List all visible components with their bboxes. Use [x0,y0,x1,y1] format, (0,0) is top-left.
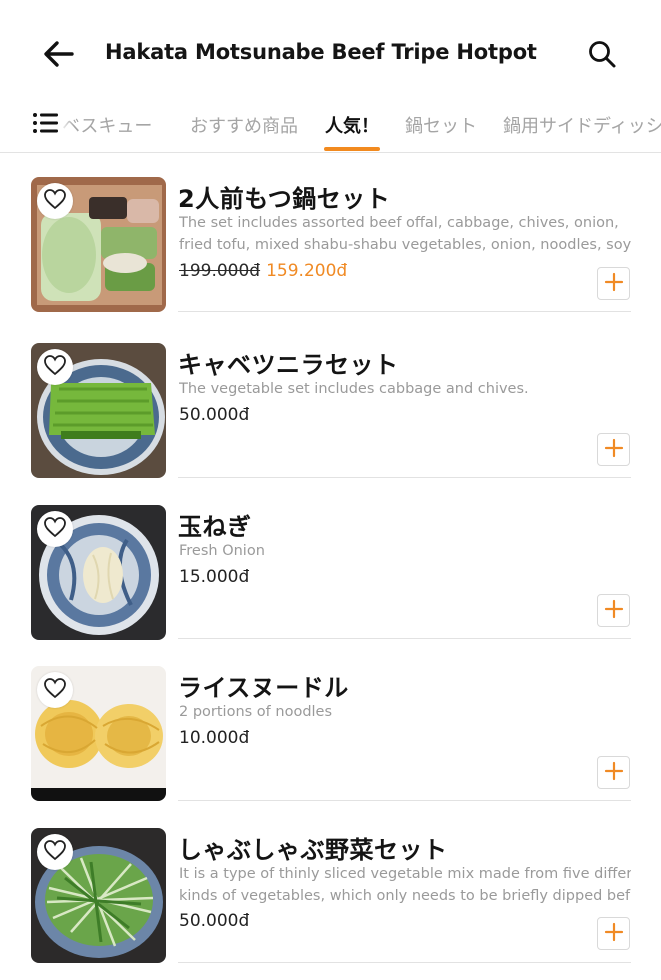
heart-icon [43,516,67,542]
product-price: 199.000đ 159.200đ [179,261,347,281]
search-button[interactable] [584,38,620,74]
add-to-cart-button[interactable] [597,594,630,627]
sale-price: 159.200đ [266,261,348,281]
product-name: ライスヌードル [178,674,349,702]
product-price: 50.000đ [179,911,250,931]
add-to-cart-button[interactable] [597,756,630,789]
top-bar: Hakata Motsunabe Beef Tripe Hotpot [0,0,661,100]
tab-recommended[interactable]: おすすめ商品 [190,112,298,138]
favorite-button[interactable] [37,349,73,385]
plus-icon [604,922,624,946]
favorite-button[interactable] [37,672,73,708]
favorite-button[interactable] [37,834,73,870]
product-name: しゃぶしゃぶ野菜セット [178,836,448,864]
divider [178,962,631,963]
plus-icon [604,272,624,296]
product-name: 玉ねぎ [178,513,252,541]
plus-icon [604,438,624,462]
product-name: キャベツニラセット [178,351,399,379]
product-image[interactable] [31,343,166,478]
product-description: The vegetable set includes cabbage and c… [179,381,529,397]
heart-icon [43,188,67,214]
list-item[interactable]: キャベツニラセット The vegetable set includes cab… [0,343,661,504]
plus-icon [604,599,624,623]
heart-icon [43,354,67,380]
product-price: 15.000đ [179,567,250,587]
divider [178,477,631,478]
heart-icon [43,839,67,865]
product-image[interactable] [31,828,166,963]
product-image[interactable] [31,666,166,801]
plus-icon [604,761,624,785]
list-item[interactable]: 2人前もつ鍋セット The set includes assorted beef… [0,177,661,338]
category-tabs: ベスキュー おすすめ商品 人気！ 鍋セット 鍋用サイドディッシュ [0,100,661,153]
add-to-cart-button[interactable] [597,433,630,466]
list-item[interactable]: 玉ねぎ Fresh Onion 15.000đ [0,505,661,666]
tab-hotpot-set[interactable]: 鍋セット [405,112,477,138]
list-item[interactable]: ライスヌードル 2 portions of noodles 10.000đ [0,666,661,827]
divider [178,311,631,312]
product-image[interactable] [31,505,166,640]
back-button[interactable] [38,36,78,76]
page-title: Hakata Motsunabe Beef Tripe Hotpot [105,40,537,64]
product-description: Fresh Onion [179,543,265,559]
product-name: 2人前もつ鍋セット [178,185,391,213]
arrow-left-icon [42,40,74,72]
favorite-button[interactable] [37,183,73,219]
heart-icon [43,677,67,703]
search-icon [587,39,617,73]
product-image[interactable] [31,177,166,312]
divider [178,638,631,639]
original-price: 199.000đ [179,261,261,281]
add-to-cart-button[interactable] [597,267,630,300]
product-price: 50.000đ [179,405,250,425]
product-price: 10.000đ [179,728,250,748]
add-to-cart-button[interactable] [597,917,630,950]
product-description: The set includes assorted beef offal, ca… [179,215,631,253]
tab-side-dishes[interactable]: 鍋用サイドディッシュ [503,112,661,138]
favorite-button[interactable] [37,511,73,547]
tab-popular[interactable]: 人気！ [325,112,379,138]
tab-barbecue[interactable]: ベスキュー [62,112,152,138]
list-item[interactable]: しゃぶしゃぶ野菜セット It is a type of thinly slice… [0,828,661,980]
divider [178,800,631,801]
active-tab-indicator [324,147,380,151]
list-menu-icon[interactable] [32,111,60,135]
product-description: It is a type of thinly sliced vegetable … [179,866,631,904]
tabs-fade [60,100,74,150]
product-description: 2 portions of noodles [179,704,333,720]
